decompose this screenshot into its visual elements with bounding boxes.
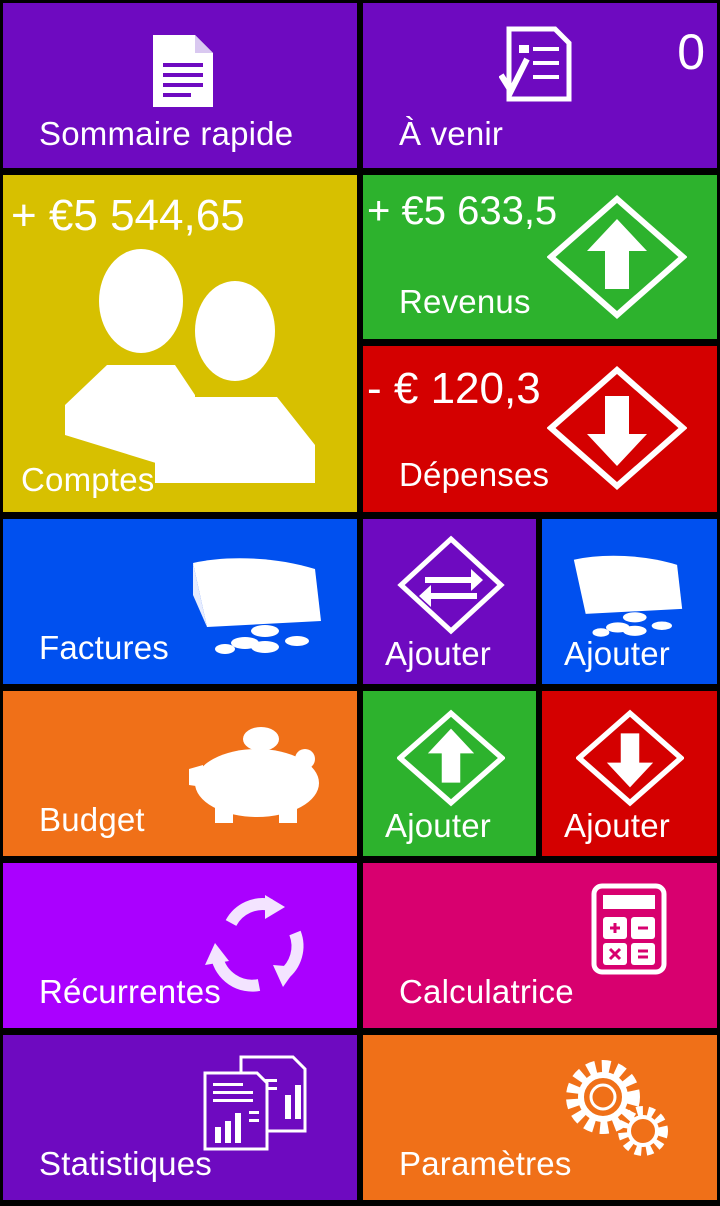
transfer-diamond-icon xyxy=(397,535,505,635)
tile-add-transfer[interactable]: Ajouter xyxy=(363,519,536,684)
tile-label: Calculatrice xyxy=(399,973,574,1010)
tile-expenses[interactable]: - € 120,3 Dépenses xyxy=(363,346,717,512)
tile-recurring[interactable]: Récurrentes xyxy=(3,863,357,1028)
tile-settings[interactable]: Paramètres xyxy=(363,1035,717,1200)
tile-add-expense[interactable]: Ajouter xyxy=(542,691,717,856)
tile-label: Factures xyxy=(39,629,169,666)
accounts-balance: + €5 544,65 xyxy=(11,191,245,240)
tile-income[interactable]: + €5 633,5 Revenus xyxy=(363,175,717,339)
people-icon xyxy=(45,245,321,485)
tile-budget[interactable]: Budget xyxy=(3,691,357,856)
tile-label: Comptes xyxy=(21,461,155,498)
arrow-up-diamond-icon xyxy=(397,709,505,807)
tile-statistics[interactable]: Statistiques xyxy=(3,1035,357,1200)
wallet-coins-icon xyxy=(568,553,688,641)
arrow-down-diamond-icon xyxy=(576,709,684,807)
upcoming-count: 0 xyxy=(677,24,705,80)
document-icon xyxy=(151,33,215,109)
tile-label: Ajouter xyxy=(564,807,670,844)
tile-label: Revenus xyxy=(399,283,531,320)
arrow-up-diamond-icon xyxy=(547,195,687,319)
tile-label: Paramètres xyxy=(399,1145,572,1182)
calculator-icon xyxy=(591,883,667,975)
piggy-bank-icon xyxy=(187,725,327,825)
tile-label: À venir xyxy=(399,115,504,152)
tile-calculator[interactable]: Calculatrice xyxy=(363,863,717,1028)
tile-label: Récurrentes xyxy=(39,973,221,1010)
gears-icon xyxy=(559,1053,671,1159)
tile-bills[interactable]: Factures xyxy=(3,519,357,684)
tile-label: Ajouter xyxy=(564,635,670,672)
checklist-icon xyxy=(499,25,575,105)
tile-label: Sommaire rapide xyxy=(39,115,294,152)
tile-quick-summary[interactable]: Sommaire rapide xyxy=(3,3,357,168)
tile-add-bill[interactable]: Ajouter xyxy=(542,519,717,684)
arrow-down-diamond-icon xyxy=(547,366,687,490)
tile-upcoming[interactable]: 0 À venir xyxy=(363,3,717,168)
wallet-coins-icon xyxy=(187,555,327,659)
tile-label: Ajouter xyxy=(385,807,491,844)
tile-label: Budget xyxy=(39,801,145,838)
tile-accounts[interactable]: + €5 544,65 Comptes xyxy=(3,175,357,512)
tile-add-income[interactable]: Ajouter xyxy=(363,691,536,856)
income-total: + €5 633,5 xyxy=(367,189,558,233)
tile-label: Ajouter xyxy=(385,635,491,672)
tile-label: Dépenses xyxy=(399,456,550,493)
tile-label: Statistiques xyxy=(39,1145,212,1182)
expenses-total: - € 120,3 xyxy=(367,364,541,413)
report-chart-icon xyxy=(201,1055,309,1151)
